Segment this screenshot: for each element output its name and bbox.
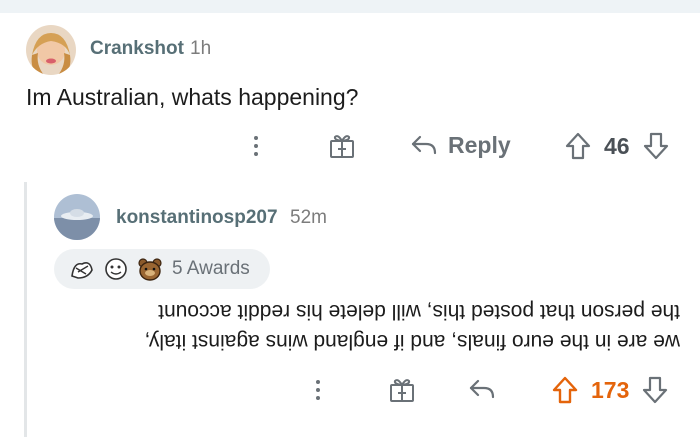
vote-count: 173 [591, 376, 630, 403]
award-icon [68, 256, 96, 282]
vote-controls: 46 [564, 131, 670, 161]
avatar[interactable] [54, 194, 100, 240]
award-icon [136, 256, 164, 282]
upvote-icon[interactable] [564, 131, 592, 161]
reply-button[interactable] [468, 377, 496, 403]
top-bar [0, 0, 700, 13]
vote-count: 46 [604, 132, 630, 159]
gift-award-icon [328, 132, 356, 160]
username[interactable]: Crankshot [90, 38, 184, 60]
award-button[interactable] [328, 132, 356, 160]
reply-label: Reply [448, 132, 511, 158]
award-icon [102, 256, 130, 282]
downvote-icon[interactable] [641, 375, 669, 405]
reply-button[interactable]: Reply [410, 132, 511, 159]
reply-arrow-icon [410, 133, 438, 159]
comment-actions [252, 130, 260, 162]
awards-bar[interactable]: 5 Awards [54, 249, 270, 289]
comment-body: we are in the euro finals, and if englan… [50, 296, 680, 356]
timestamp: 52m [290, 207, 327, 228]
more-options-icon[interactable] [314, 380, 322, 400]
downvote-icon[interactable] [642, 131, 670, 161]
timestamp: 1h [190, 38, 212, 59]
vote-controls: 173 [551, 375, 669, 405]
gift-award-icon [388, 376, 416, 404]
award-button[interactable] [388, 376, 416, 404]
comment-actions [314, 374, 322, 406]
thread-line[interactable] [24, 182, 27, 437]
comment-body: Im Australian, whats happening? [26, 84, 359, 110]
comment-line: the person that posted this, will delete… [158, 300, 680, 323]
more-options-icon[interactable] [252, 136, 260, 156]
awards-count: 5 Awards [172, 258, 250, 279]
upvote-icon[interactable] [551, 375, 579, 405]
avatar[interactable] [26, 25, 76, 75]
username[interactable]: konstantinosp207 [116, 207, 278, 229]
reply-arrow-icon [468, 377, 496, 403]
comment-line: we are in the euro finals, and if englan… [144, 330, 680, 353]
